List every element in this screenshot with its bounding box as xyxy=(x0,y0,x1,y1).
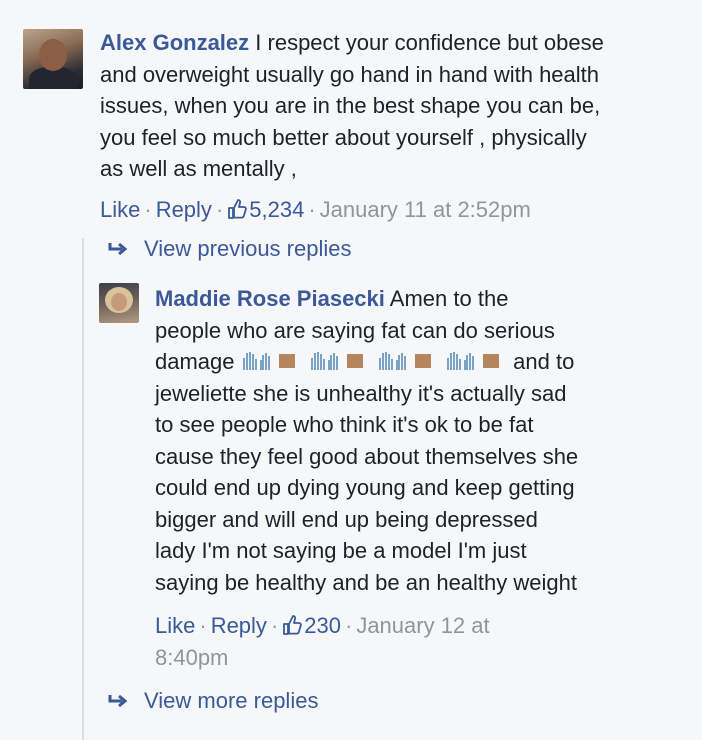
comment-text-line: as well as mentally , xyxy=(100,156,297,181)
author-name-link[interactable]: Maddie Rose Piasecki xyxy=(155,286,385,311)
view-previous-replies-link[interactable]: View previous replies xyxy=(108,236,351,262)
raising-hands-icon xyxy=(379,352,431,370)
avatar-maddie-rose-piasecki[interactable] xyxy=(99,283,139,323)
comment-text-line: could end up dying young and keep gettin… xyxy=(155,475,575,500)
thumbs-up-icon xyxy=(283,615,303,635)
separator-dot: · xyxy=(215,197,224,222)
comment-text-line: and overweight usually go hand in hand w… xyxy=(100,61,600,87)
comment-text-line: you feel so much better about yourself ,… xyxy=(100,124,587,150)
view-more-replies-label: View more replies xyxy=(144,688,319,713)
comment-actions-2: Like · Reply · 230 · January 12 at 8:40pm xyxy=(155,610,575,673)
comment-actions-1: Like · Reply · 5,234 · January 11 at 2:52pm xyxy=(100,194,531,226)
reply-link[interactable]: Reply xyxy=(211,613,267,638)
avatar-alex-gonzalez[interactable] xyxy=(23,29,83,89)
like-count-link[interactable]: 230 xyxy=(282,613,341,638)
separator-dot: · xyxy=(144,197,152,222)
like-count: 5,234 xyxy=(249,197,305,222)
comment-text-line: people who are saying fat can do serious xyxy=(155,317,555,343)
like-link[interactable]: Like xyxy=(100,197,140,222)
reply-thread-line xyxy=(82,238,84,740)
comment-text-line: saying be healthy and be an healthy weig… xyxy=(155,569,577,595)
comment-text-line: cause they feel good about themselves sh… xyxy=(155,443,579,469)
timestamp-link[interactable]: January 11 at 2:52pm xyxy=(320,197,531,222)
comment-text-line: and to xyxy=(513,349,575,374)
comment-body-2: Maddie Rose Piasecki Amen to the people … xyxy=(155,283,685,598)
comment-text-line: jeweliette she is unhealthy it's actuall… xyxy=(155,380,567,406)
timestamp-line: January 12 at xyxy=(356,613,490,638)
like-count: 230 xyxy=(304,613,341,638)
like-count-link[interactable]: 5,234 xyxy=(227,197,304,222)
view-more-replies-link[interactable]: View more replies xyxy=(108,688,318,714)
reply-arrow-icon xyxy=(108,694,128,708)
reply-arrow-icon xyxy=(108,242,128,256)
separator-dot: · xyxy=(270,613,279,638)
comment-emoji-line: damage and to xyxy=(155,349,574,374)
raising-hands-icon xyxy=(310,352,363,370)
comment-text-line: issues, when you are in the best shape y… xyxy=(100,93,601,118)
comment-body-1: Alex Gonzalez I respect your confidence … xyxy=(100,27,690,185)
author-name-link[interactable]: Alex Gonzalez xyxy=(100,30,249,55)
raising-hands-icon xyxy=(447,352,500,370)
separator-dot: · xyxy=(199,613,207,638)
like-link[interactable]: Like xyxy=(155,613,195,638)
raising-hands-icon xyxy=(242,352,295,370)
view-previous-replies-label: View previous replies xyxy=(144,236,352,261)
comment-text-line: Amen to the xyxy=(389,286,509,311)
separator-dot: · xyxy=(344,613,353,638)
reply-link[interactable]: Reply xyxy=(156,197,212,222)
comment-text-line: damage xyxy=(155,349,235,374)
comment-text-line: bigger and will end up being depressed xyxy=(155,506,538,532)
comment-text-line: I respect your confidence but obese xyxy=(255,30,604,55)
separator-dot: · xyxy=(308,197,316,222)
comment-text-line: lady I'm not saying be a model I'm just xyxy=(155,538,527,563)
comment-text-line: to see people who think it's ok to be fa… xyxy=(155,412,534,437)
thumbs-up-icon xyxy=(228,199,248,219)
timestamp-line: 8:40pm xyxy=(155,644,229,670)
